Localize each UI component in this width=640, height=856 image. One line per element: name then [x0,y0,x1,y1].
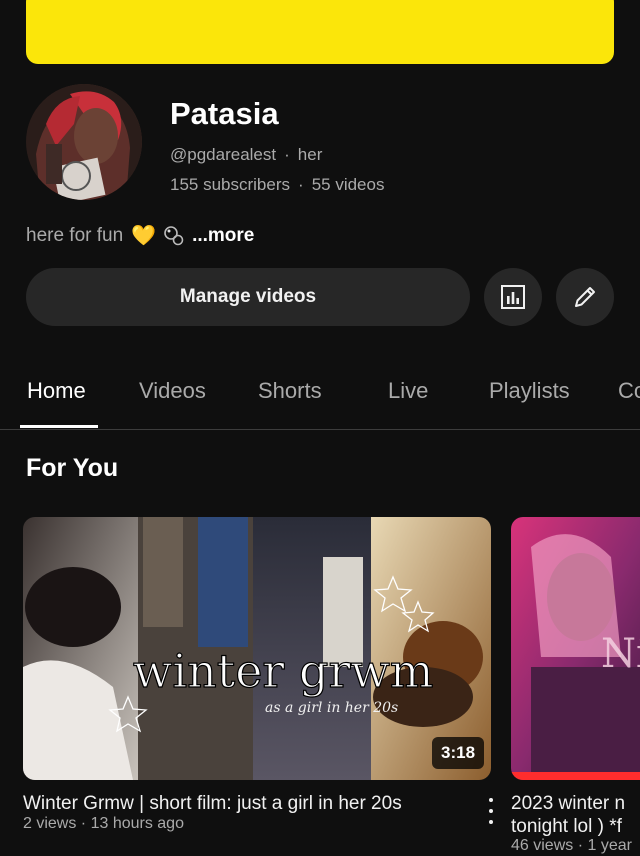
video-title[interactable]: 2023 winter n [511,793,625,815]
avatar[interactable] [26,84,142,200]
separator-dot: · [284,145,290,164]
video-thumbnail[interactable]: winter grwm as a girl in her 20s [23,517,491,780]
bio-text: here for fun [26,224,124,246]
thumbnail-title-text: winter grwm [133,644,433,698]
analytics-button[interactable] [484,268,542,326]
video-thumbnail[interactable]: Nig [511,517,640,780]
subscriber-count: 155 subscribers [170,175,291,194]
video-title-line-2[interactable]: tonight lol ) *f [511,816,622,838]
video-title[interactable]: Winter Grmw | short film: just a girl in… [23,793,402,815]
bubbles-icon [164,225,184,245]
tab-videos[interactable]: Videos [139,378,206,404]
tab-shorts[interactable]: Shorts [258,378,322,404]
analytics-icon [501,285,525,309]
video-duration-badge: 3:18 [432,737,485,769]
channel-stats-line: 155 subscribers · 55 videos [170,175,384,195]
channel-bio[interactable]: here for fun 💛 ...more [26,223,254,248]
thumbnail-subtitle-text: as a girl in her 20s [265,700,398,716]
pencil-icon [575,287,595,307]
yellow-heart-icon: 💛 [131,225,157,247]
tab-home[interactable]: Home [27,378,86,404]
thumbnail-title-text: Nig [601,631,640,677]
channel-name: Patasia [170,96,279,131]
tab-live[interactable]: Live [388,378,428,404]
channel-pronouns: her [297,145,323,164]
separator-dot: · [298,175,304,194]
video-count: 55 videos [311,175,385,194]
video-meta: 46 views · 1 year [511,837,632,854]
tab-community[interactable]: Co [618,378,640,404]
section-title: For You [26,454,119,482]
channel-page: Patasia @pgdarealest · her 155 subscribers… [0,0,640,856]
more-options-icon[interactable] [481,798,501,824]
video-meta: 2 views · 13 hours ago [23,815,184,832]
channel-handle: @pgdarealest [170,145,277,164]
more-link[interactable]: ...more [192,225,254,247]
active-tab-indicator [20,425,98,428]
channel-handle-line: @pgdarealest · her [170,145,322,165]
channel-banner[interactable] [26,0,614,64]
tab-playlists[interactable]: Playlists [489,378,570,404]
channel-tabs: Home Videos Shorts Live Playlists Co [0,360,640,430]
manage-videos-button[interactable]: Manage videos [26,268,470,326]
edit-button[interactable] [556,268,614,326]
